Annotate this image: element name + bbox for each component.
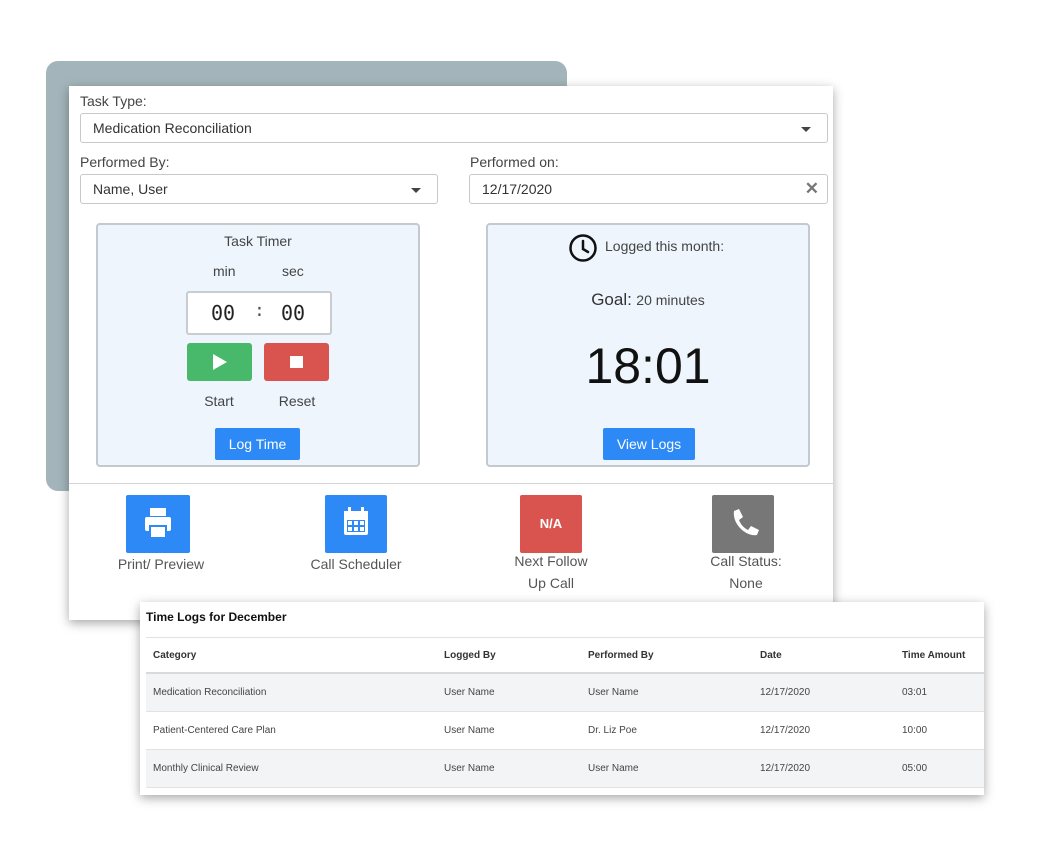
task-timer-title: Task Timer (224, 233, 292, 249)
call-status-value: None (729, 575, 763, 591)
chevron-down-icon (801, 127, 811, 132)
logged-month-box: Logged this month: Goal: 20 minutes 18:0… (486, 223, 810, 467)
task-timer-box: Task Timer min sec 00 : 00 Start Reset L… (96, 223, 420, 467)
call-status-button[interactable] (712, 495, 774, 553)
seconds-input[interactable]: 00 (270, 298, 316, 328)
column-header-logged-by: Logged By (437, 637, 581, 674)
time-logs-card: Time Logs for December Category Logged B… (140, 602, 984, 795)
next-follow-up-label-line1: Next Follow (514, 553, 588, 569)
phone-icon (733, 509, 759, 536)
log-time-button[interactable]: Log Time (215, 428, 300, 460)
table-row[interactable]: Monthly Clinical Review User Name User N… (146, 749, 984, 788)
timer-input: 00 : 00 (186, 291, 332, 335)
cell-performed-by: User Name (581, 673, 753, 712)
cell-category: Medication Reconciliation (146, 673, 437, 712)
table-row[interactable]: Patient-Centered Care Plan User Name Dr.… (146, 711, 984, 750)
column-header-category: Category (146, 637, 437, 674)
logged-month-title: Logged this month: (605, 238, 725, 254)
cell-logged-by: User Name (437, 749, 581, 788)
cell-time-amount: 10:00 (895, 711, 984, 750)
next-follow-up-label: Next Follow Up Call (481, 550, 621, 594)
cell-category: Monthly Clinical Review (146, 749, 437, 788)
call-scheduler-button[interactable] (325, 495, 387, 553)
cell-logged-by: User Name (437, 711, 581, 750)
performed-by-select[interactable]: Name, User (80, 174, 438, 204)
call-status-label: Call Status: None (676, 550, 816, 594)
divider (69, 483, 833, 484)
sec-label: sec (282, 263, 304, 279)
printer-icon (145, 508, 171, 539)
clear-icon[interactable]: ✕ (805, 175, 819, 203)
cell-category: Patient-Centered Care Plan (146, 711, 437, 750)
print-preview-button[interactable] (126, 495, 190, 553)
next-follow-up-label-line2: Up Call (528, 575, 574, 591)
table-header-row: Category Logged By Performed By Date Tim… (146, 637, 984, 674)
task-type-label: Task Type: (80, 93, 147, 109)
clock-icon (569, 234, 597, 262)
cell-date: 12/17/2020 (753, 673, 895, 712)
table-row[interactable]: Medication Reconciliation User Name User… (146, 673, 984, 712)
stop-icon (290, 356, 303, 368)
logged-total: 18:01 (585, 338, 711, 394)
task-type-select[interactable]: Medication Reconciliation (80, 113, 828, 143)
cell-date: 12/17/2020 (753, 711, 895, 750)
reset-label: Reset (278, 393, 316, 409)
performed-on-value: 12/17/2020 (482, 181, 553, 197)
column-header-time-amount: Time Amount (895, 637, 984, 674)
column-header-date: Date (753, 637, 895, 674)
min-label: min (213, 263, 236, 279)
column-header-performed-by: Performed By (581, 637, 753, 674)
cell-performed-by: Dr. Liz Poe (581, 711, 753, 750)
print-preview-label: Print/ Preview (117, 556, 205, 572)
start-label: Start (204, 393, 234, 409)
next-follow-up-button[interactable]: N/A (520, 495, 582, 553)
calendar-icon (344, 507, 368, 535)
minutes-input[interactable]: 00 (200, 298, 246, 328)
cell-time-amount: 03:01 (895, 673, 984, 712)
performed-by-label: Performed By: (80, 154, 170, 170)
view-logs-button[interactable]: View Logs (603, 428, 695, 460)
task-panel: Task Type: Medication Reconciliation Per… (69, 86, 833, 620)
goal-line: Goal: 20 minutes (488, 290, 808, 310)
chevron-down-icon (411, 188, 421, 193)
cell-time-amount: 05:00 (895, 749, 984, 788)
call-scheduler-label: Call Scheduler (310, 556, 402, 572)
performed-on-label: Performed on: (470, 154, 559, 170)
time-logs-title: Time Logs for December (146, 610, 287, 624)
call-status-label-line1: Call Status: (710, 553, 782, 569)
performed-by-value: Name, User (93, 181, 168, 197)
cell-performed-by: User Name (581, 749, 753, 788)
goal-label: Goal: (591, 290, 632, 309)
goal-value: 20 minutes (636, 292, 705, 308)
time-logs-table: Category Logged By Performed By Date Tim… (146, 637, 984, 788)
task-type-value: Medication Reconciliation (93, 120, 252, 136)
start-button[interactable] (187, 343, 252, 381)
reset-button[interactable] (264, 343, 329, 381)
play-icon (213, 354, 227, 370)
cell-logged-by: User Name (437, 673, 581, 712)
timer-colon: : (254, 300, 265, 321)
performed-on-date-field[interactable]: 12/17/2020 ✕ (469, 174, 828, 204)
cell-date: 12/17/2020 (753, 749, 895, 788)
